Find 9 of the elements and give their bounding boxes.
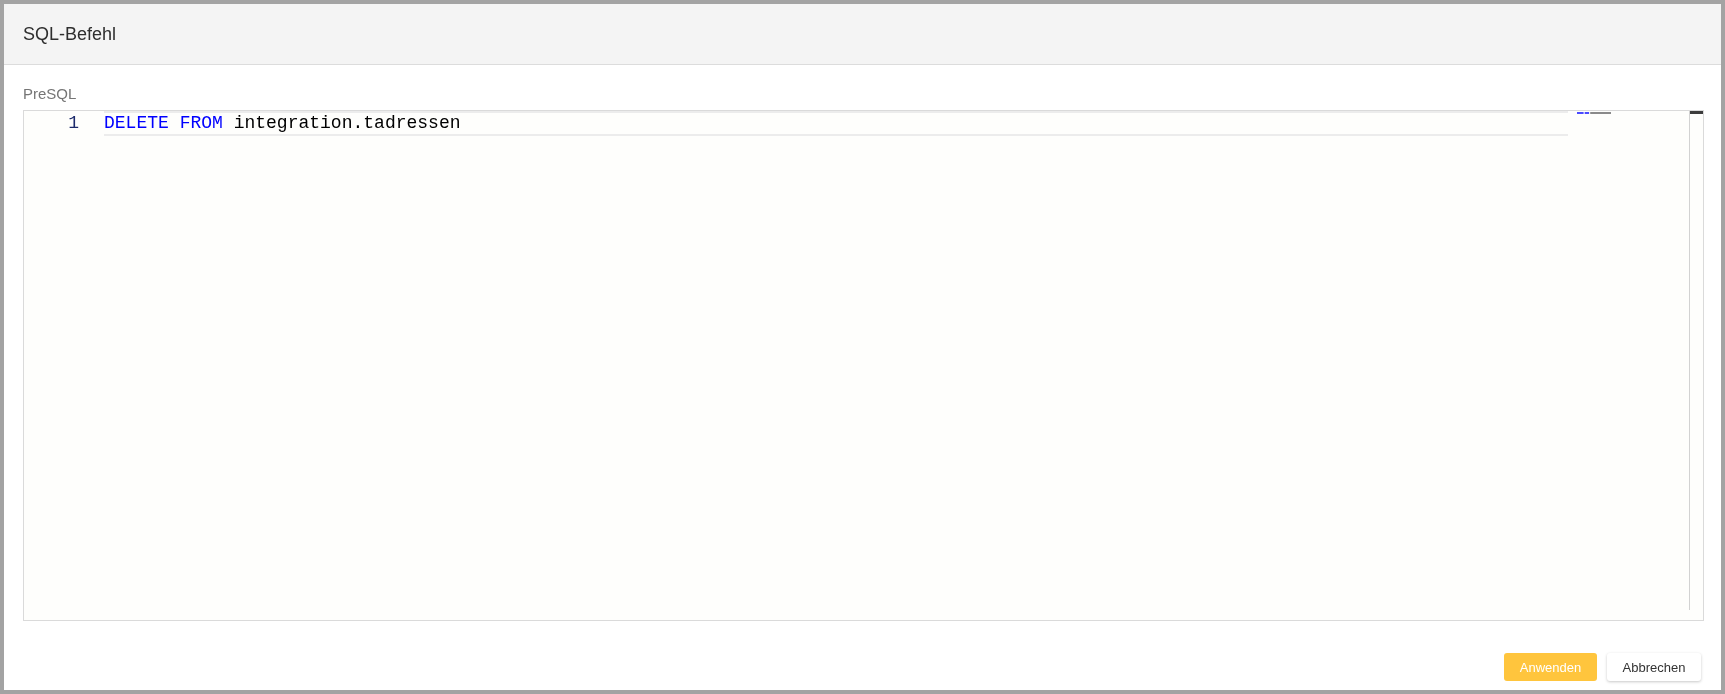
code-line: DELETE FROM integration.tadressen bbox=[104, 111, 1568, 136]
field-label: PreSQL bbox=[23, 85, 77, 103]
code-editor[interactable]: 1 DELETE FROM integration.tadressen bbox=[23, 110, 1704, 621]
vertical-scrollbar[interactable] bbox=[1689, 111, 1703, 610]
dialog-title: SQL-Befehl bbox=[23, 23, 117, 45]
line-number: 1 bbox=[67, 113, 80, 134]
scrollbar-thumb[interactable] bbox=[1690, 111, 1703, 114]
code-minimap-drawing bbox=[1577, 112, 1611, 115]
cancel-button[interactable]: Abbrechen bbox=[1607, 653, 1701, 681]
